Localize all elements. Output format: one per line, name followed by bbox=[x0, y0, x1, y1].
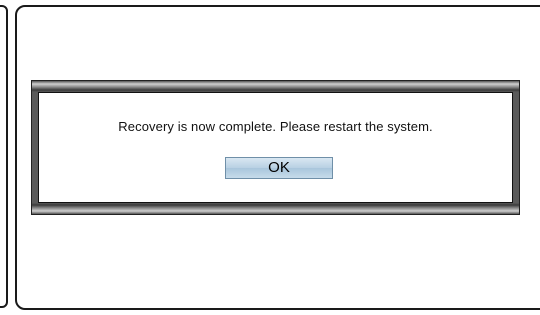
dialog-message: Recovery is now complete. Please restart… bbox=[118, 119, 433, 134]
ok-button[interactable]: OK bbox=[225, 157, 333, 179]
left-panel bbox=[0, 5, 8, 308]
recovery-dialog: Recovery is now complete. Please restart… bbox=[31, 80, 520, 215]
dialog-body: Recovery is now complete. Please restart… bbox=[38, 92, 513, 203]
screen: Recovery is now complete. Please restart… bbox=[0, 0, 540, 315]
